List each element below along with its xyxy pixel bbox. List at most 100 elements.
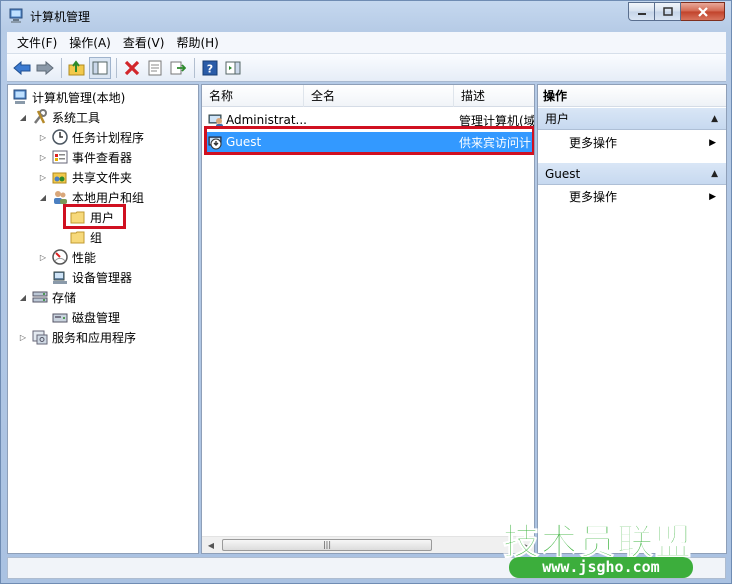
- toolbar-separator: [194, 57, 195, 78]
- tree-label: 组: [90, 230, 103, 245]
- actions-title: 操作: [538, 85, 726, 107]
- user-row-guest[interactable]: Guest 供来宾访问计: [204, 132, 534, 152]
- watermark-url: www.jsgho.com: [509, 557, 693, 578]
- show-hide-console-tree-button[interactable]: [89, 56, 111, 79]
- toolbar-separator: [116, 57, 117, 78]
- console-tree: 计算机管理(本地) ◢ 系统工具 ▷ 任务计划程序 ▷ 事件查看器 ▷ 共享文件…: [7, 84, 199, 554]
- submenu-arrow-icon: ▶: [709, 138, 716, 148]
- disk-management-icon: [52, 313, 68, 323]
- clock-icon: [52, 129, 68, 145]
- expand-triangle-icon[interactable]: ▷: [38, 172, 48, 182]
- actions-pane: 操作 用户 ▲ 更多操作 ▶ Guest ▲ 更多操作 ▶: [537, 84, 727, 554]
- expand-triangle-icon[interactable]: ▷: [38, 252, 48, 262]
- folder-icon: [70, 211, 85, 224]
- tree-item-local-users-groups[interactable]: ◢ 本地用户和组: [38, 187, 144, 207]
- menu-file[interactable]: 文件(F): [11, 33, 63, 53]
- window-title: 计算机管理: [30, 10, 91, 24]
- export-list-icon: [170, 61, 186, 74]
- tree-item-device-manager[interactable]: 设备管理器: [52, 267, 132, 287]
- scroll-left-arrow-icon[interactable]: ◀: [204, 539, 218, 551]
- tree-label: 任务计划程序: [72, 130, 145, 145]
- device-manager-icon: [53, 271, 67, 284]
- tree-label: 服务和应用程序: [52, 330, 137, 345]
- list-header: 名称 全名 描述: [202, 85, 534, 107]
- help-icon: ?: [202, 60, 218, 75]
- collapse-triangle-icon[interactable]: ◢: [18, 112, 28, 122]
- more-actions-guest[interactable]: 更多操作 ▶: [538, 187, 726, 207]
- forward-button[interactable]: [34, 57, 56, 79]
- svg-text:?: ?: [207, 62, 213, 75]
- tree-item-task-scheduler[interactable]: ▷ 任务计划程序: [38, 127, 144, 147]
- column-header-fullname[interactable]: 全名: [304, 85, 454, 107]
- tools-icon: [34, 109, 47, 124]
- show-hide-action-pane-button[interactable]: [222, 57, 244, 79]
- actions-group-label: 用户: [545, 112, 570, 126]
- tree-item-groups[interactable]: 组: [70, 227, 102, 247]
- more-actions-label: 更多操作: [569, 136, 618, 150]
- scrollbar-thumb[interactable]: |||: [222, 539, 432, 551]
- scroll-grip: |||: [322, 540, 332, 549]
- users-list-pane: 名称 全名 描述 Administrat... 管理计算机(域 Guest 供来…: [201, 84, 535, 554]
- minimize-button[interactable]: [628, 2, 655, 21]
- performance-icon: [52, 249, 68, 265]
- event-viewer-icon: [52, 150, 68, 164]
- forward-arrow-icon: [36, 60, 54, 75]
- properties-button[interactable]: [144, 57, 166, 79]
- toolbar: ?: [7, 54, 726, 82]
- user-name: Guest: [226, 135, 262, 149]
- tree-item-services-applications[interactable]: ▷ 服务和应用程序: [18, 327, 136, 347]
- actions-group-label: Guest: [545, 167, 581, 181]
- close-icon: [697, 6, 708, 17]
- tree-label: 用户: [90, 210, 115, 225]
- expand-triangle-icon[interactable]: ▷: [38, 132, 48, 142]
- tree-label: 系统工具: [52, 110, 101, 125]
- column-header-name[interactable]: 名称: [202, 85, 304, 107]
- disabled-user-icon: [208, 136, 222, 150]
- shared-folder-icon: [52, 172, 67, 184]
- toolbar-separator: [61, 57, 62, 78]
- horizontal-scrollbar[interactable]: ◀ ||| ▶: [202, 536, 534, 553]
- tree-label: 事件查看器: [72, 150, 133, 165]
- actions-group-users[interactable]: 用户 ▲: [538, 108, 726, 130]
- close-button[interactable]: [681, 2, 725, 21]
- maximize-button[interactable]: [655, 2, 681, 21]
- actions-group-guest[interactable]: Guest ▲: [538, 163, 726, 185]
- caption-buttons: [628, 2, 725, 22]
- menu-bar: 文件(F) 操作(A) 查看(V) 帮助(H): [7, 32, 726, 54]
- submenu-arrow-icon: ▶: [709, 192, 716, 202]
- collapse-triangle-icon[interactable]: ◢: [18, 292, 28, 302]
- column-header-description[interactable]: 描述: [454, 85, 534, 107]
- title-bar[interactable]: 计算机管理: [1, 1, 731, 31]
- user-row-administrator[interactable]: Administrat... 管理计算机(域: [204, 110, 534, 130]
- tree-item-shared-folders[interactable]: ▷ 共享文件夹: [38, 167, 132, 187]
- tree-item-storage[interactable]: ◢ 存储: [18, 287, 76, 307]
- collapse-up-icon[interactable]: ▲: [711, 108, 718, 130]
- collapse-up-icon[interactable]: ▲: [711, 163, 718, 185]
- delete-button[interactable]: [121, 57, 143, 79]
- more-actions-users[interactable]: 更多操作 ▶: [538, 133, 726, 153]
- tree-item-system-tools[interactable]: ◢ 系统工具: [18, 107, 100, 127]
- export-list-button[interactable]: [167, 57, 189, 79]
- expand-triangle-icon[interactable]: ▷: [38, 152, 48, 162]
- back-arrow-icon: [13, 60, 31, 75]
- tree-label: 磁盘管理: [72, 310, 121, 325]
- tree-label: 存储: [52, 290, 77, 305]
- computer-management-icon: [13, 89, 27, 104]
- up-one-level-button[interactable]: [66, 57, 88, 79]
- minimize-icon: [637, 12, 646, 15]
- menu-view[interactable]: 查看(V): [117, 33, 171, 53]
- expand-triangle-icon[interactable]: ▷: [18, 332, 28, 342]
- tree-item-computer-management[interactable]: 计算机管理(本地): [12, 87, 125, 107]
- collapse-triangle-icon[interactable]: ◢: [38, 192, 48, 202]
- help-button[interactable]: ?: [199, 57, 221, 79]
- tree-label: 设备管理器: [72, 270, 133, 285]
- tree-item-disk-management[interactable]: 磁盘管理: [52, 307, 120, 327]
- menu-action[interactable]: 操作(A): [63, 33, 117, 53]
- tree-item-users[interactable]: 用户: [70, 207, 114, 227]
- storage-icon: [32, 291, 48, 303]
- back-button[interactable]: [11, 57, 33, 79]
- menu-help[interactable]: 帮助(H): [170, 33, 224, 53]
- tree-item-performance[interactable]: ▷ 性能: [38, 247, 96, 267]
- maximize-icon: [662, 7, 673, 16]
- tree-item-event-viewer[interactable]: ▷ 事件查看器: [38, 147, 132, 167]
